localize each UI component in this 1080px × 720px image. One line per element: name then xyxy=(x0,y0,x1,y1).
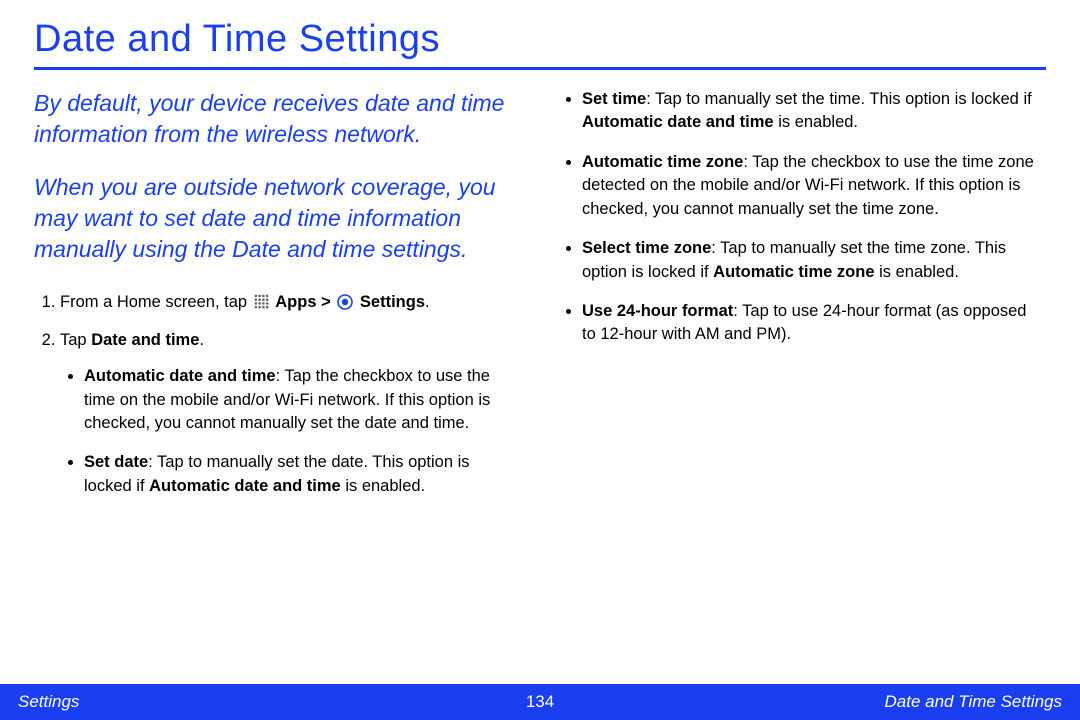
footer: Settings 134 Date and Time Settings xyxy=(0,684,1080,720)
bullet-lead: Set date xyxy=(84,453,148,471)
bullet-rest2: is enabled. xyxy=(341,477,425,495)
footer-right: Date and Time Settings xyxy=(554,692,1062,712)
bullet-lead: Automatic date and time xyxy=(84,367,276,385)
intro-paragraph-2: When you are outside network coverage, y… xyxy=(34,172,514,265)
apps-label: Apps xyxy=(275,293,316,311)
right-column: Set time: Tap to manually set the time. … xyxy=(558,88,1038,514)
step-1-post: . xyxy=(425,293,430,311)
bullet-24-hour: Use 24-hour format: Tap to use 24-hour f… xyxy=(582,300,1038,347)
bullet-lead: Use 24-hour format xyxy=(582,302,733,320)
intro-paragraph-1: By default, your device receives date an… xyxy=(34,88,514,150)
bullet-set-time: Set time: Tap to manually set the time. … xyxy=(582,88,1038,135)
bullet-rest2: is enabled. xyxy=(875,263,959,281)
settings-label: Settings xyxy=(360,293,425,311)
footer-page-number: 134 xyxy=(526,692,554,712)
left-column: By default, your device receives date an… xyxy=(34,88,514,514)
settings-icon xyxy=(337,294,353,310)
bullet-lead: Set time xyxy=(582,90,646,108)
steps-list: From a Home screen, tap Apps > xyxy=(34,291,514,498)
bullet-lead: Select time zone xyxy=(582,239,711,257)
content-columns: By default, your device receives date an… xyxy=(34,88,1046,514)
page-title: Date and Time Settings xyxy=(34,18,1046,70)
page: Date and Time Settings By default, your … xyxy=(0,0,1080,720)
bullet-rest: : Tap to manually set the time. This opt… xyxy=(646,90,1032,108)
bullet-bold2: Automatic time zone xyxy=(713,263,874,281)
footer-left: Settings xyxy=(18,692,526,712)
step-2: Tap Date and time. Automatic date and ti… xyxy=(60,329,514,498)
right-bullets: Set time: Tap to manually set the time. … xyxy=(558,88,1038,347)
bullet-rest2: is enabled. xyxy=(774,113,858,131)
bullet-lead: Automatic time zone xyxy=(582,153,743,171)
step-1-text: From a Home screen, tap Apps > xyxy=(60,293,430,311)
bullet-auto-timezone: Automatic time zone: Tap the checkbox to… xyxy=(582,151,1038,221)
step-1: From a Home screen, tap Apps > xyxy=(60,291,514,315)
bullet-auto-date-time: Automatic date and time: Tap the checkbo… xyxy=(84,365,514,435)
bullet-set-date: Set date: Tap to manually set the date. … xyxy=(84,451,514,498)
bullet-select-timezone: Select time zone: Tap to manually set th… xyxy=(582,237,1038,284)
bullet-bold2: Automatic date and time xyxy=(149,477,341,495)
step-2-pre: Tap xyxy=(60,331,91,349)
step-2-bold: Date and time xyxy=(91,331,199,349)
bullet-bold2: Automatic date and time xyxy=(582,113,774,131)
left-bullets: Automatic date and time: Tap the checkbo… xyxy=(60,365,514,498)
step-2-post: . xyxy=(199,331,204,349)
apps-icon xyxy=(254,294,269,309)
step-1-pre: From a Home screen, tap xyxy=(60,293,252,311)
step-1-gt: > xyxy=(321,293,335,311)
